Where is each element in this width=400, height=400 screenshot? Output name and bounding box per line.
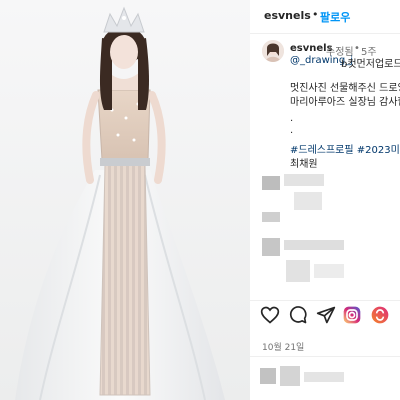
- header-username[interactable]: esvnels: [264, 9, 311, 22]
- follow-button[interactable]: 팔로우: [320, 9, 350, 25]
- repost-icon[interactable]: [370, 305, 390, 325]
- divider: [250, 356, 400, 357]
- comments-list: [250, 170, 400, 300]
- likes-text: [304, 372, 344, 382]
- comment-avatar: [262, 212, 280, 222]
- caption-line-3: .: [290, 113, 294, 124]
- likes-summary: [250, 362, 400, 400]
- comment-text: [314, 264, 344, 278]
- comment-avatar: [262, 238, 280, 256]
- comment-text: [294, 192, 322, 210]
- comment-text: [284, 240, 344, 250]
- comment-icon[interactable]: [288, 305, 308, 325]
- liker-avatar: [280, 366, 300, 386]
- post-side-panel: esvnels • 팔로우 esvnels 수정됨 • 5주 @_drawing…: [250, 0, 400, 400]
- caption-name-line: 최채원: [290, 159, 318, 170]
- post-header: esvnels • 팔로우: [250, 0, 400, 34]
- caption-mention-text: b컷먼저업로드: [341, 59, 400, 70]
- heart-icon[interactable]: [260, 305, 280, 325]
- caption-line-1: 멋진사진 선물해주신 드로잉: [290, 83, 400, 94]
- comment-avatar: [262, 176, 280, 190]
- comment-text: [286, 260, 310, 282]
- liker-avatar: [260, 368, 276, 384]
- post-date[interactable]: 10월 21일: [262, 340, 304, 353]
- post-actions: [250, 300, 400, 328]
- caption-line-4: .: [290, 125, 294, 136]
- avatar[interactable]: [262, 40, 284, 62]
- instagram-icon[interactable]: [342, 305, 362, 325]
- caption-line-2: 마리아루아즈 실장님 감사합: [290, 97, 400, 108]
- dress-photo: [0, 0, 250, 400]
- post-photo[interactable]: [0, 0, 250, 400]
- caption-separator: •: [354, 43, 360, 54]
- comment-text: [284, 174, 324, 186]
- share-icon[interactable]: [316, 305, 336, 325]
- caption-hashtags[interactable]: #드레스프로필 #2023미스코: [290, 141, 400, 156]
- header-separator: •: [312, 8, 319, 21]
